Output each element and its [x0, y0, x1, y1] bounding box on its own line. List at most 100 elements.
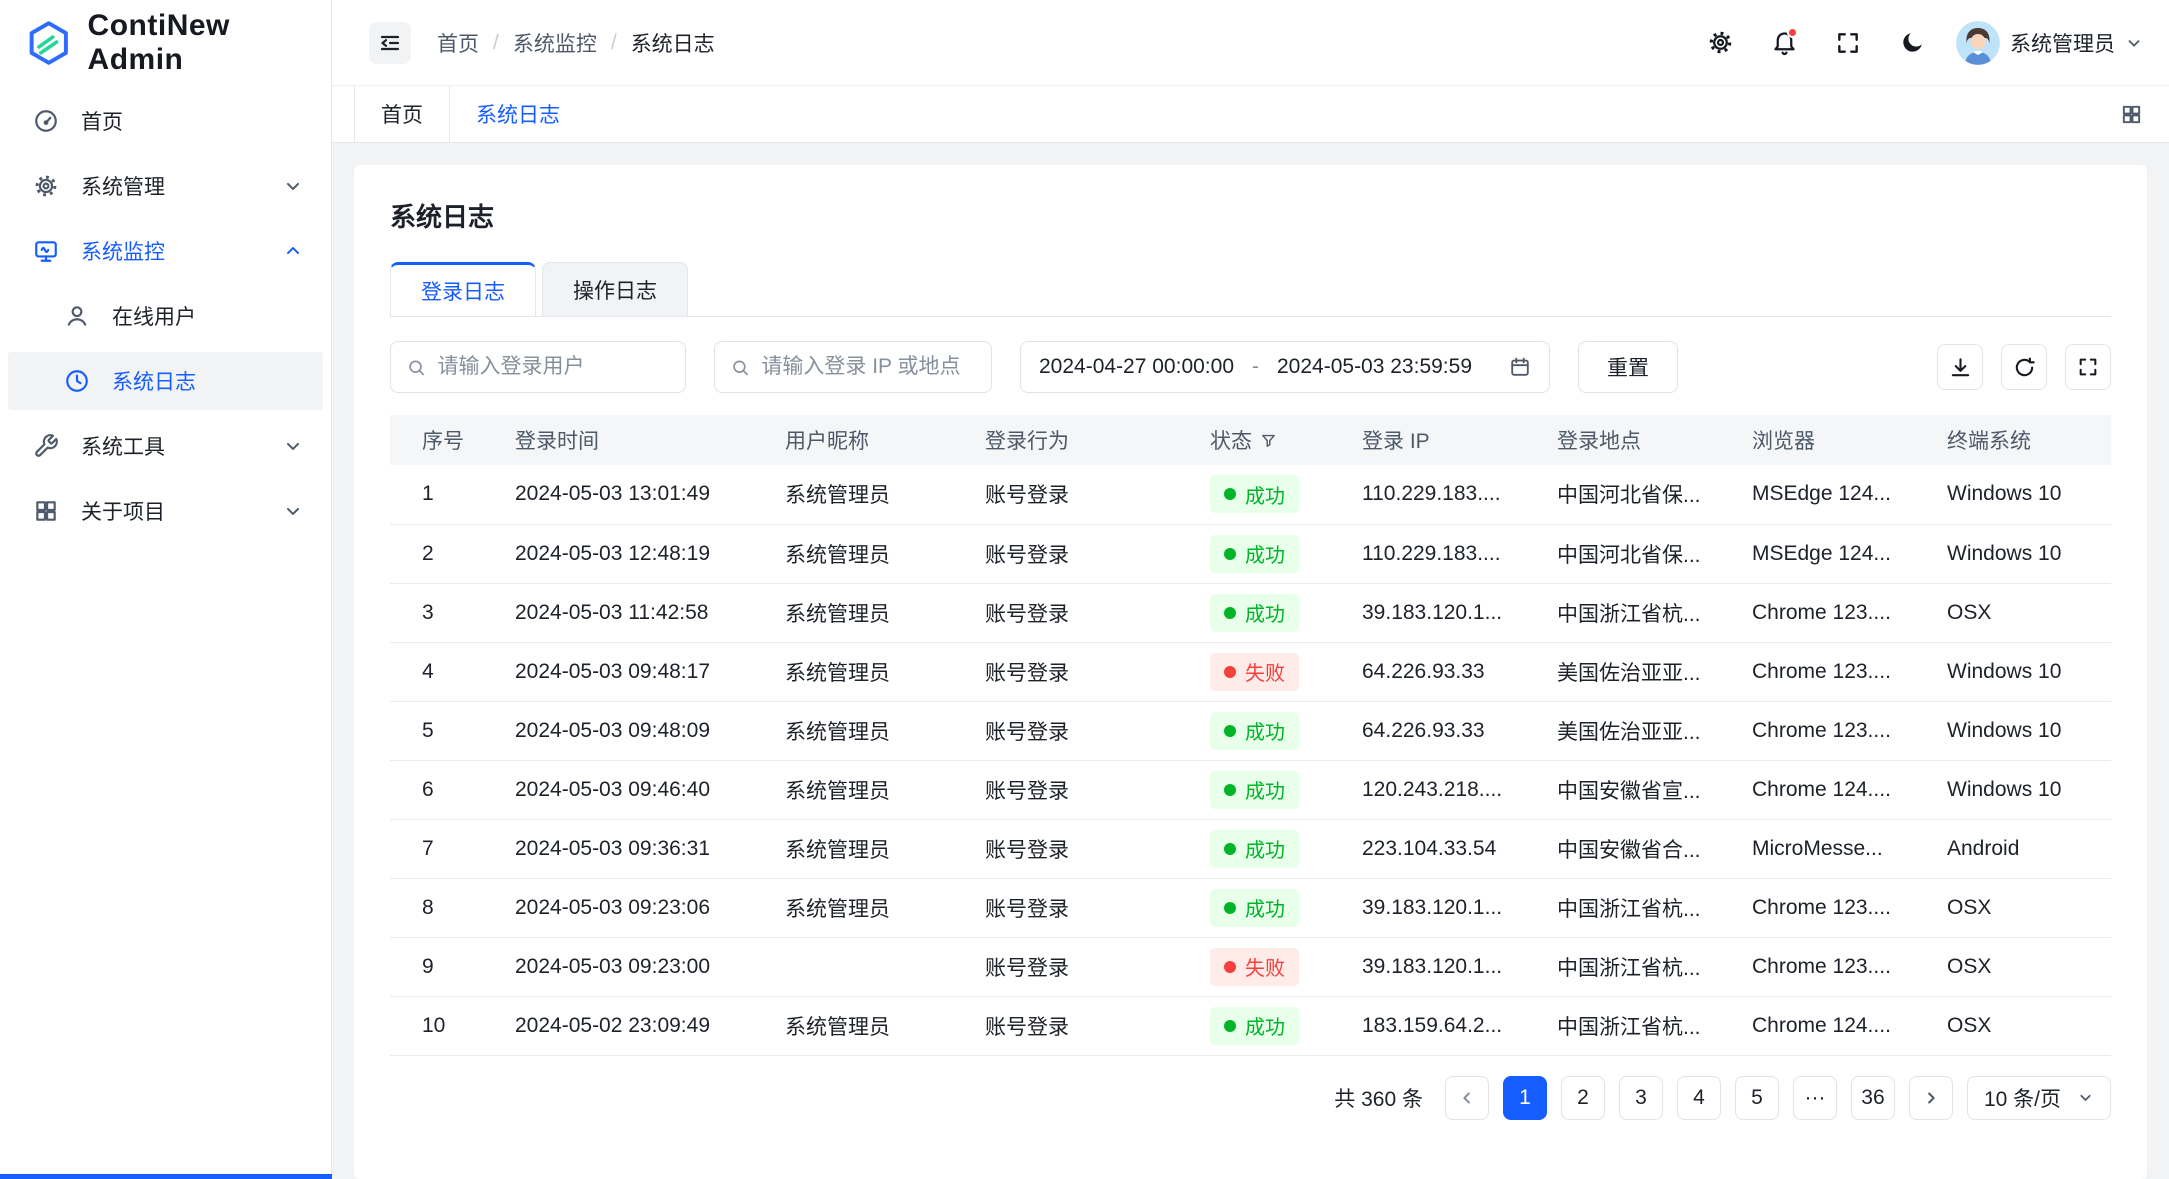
page-button-5[interactable]: 5 — [1735, 1076, 1779, 1120]
sidebar-item-system-log[interactable]: 系统日志 — [8, 352, 323, 410]
cell-status: 成功 — [1210, 465, 1362, 524]
clock-icon — [64, 368, 90, 394]
system-log-card: 系统日志 登录日志 操作日志 2024-04-27 00:00: — [354, 165, 2147, 1179]
cell-browser: MSEdge 124... — [1752, 524, 1947, 583]
tab-operation-log[interactable]: 操作日志 — [542, 262, 688, 316]
table-row: 7 2024-05-03 09:36:31 系统管理员 账号登录 成功 223.… — [390, 819, 2111, 878]
chevron-right-icon — [1922, 1089, 1940, 1107]
next-page-button[interactable] — [1909, 1076, 1953, 1120]
status-dot — [1224, 961, 1236, 973]
sidebar-item-label: 关于项目 — [81, 496, 165, 526]
app-title: ContiNew Admin — [88, 9, 331, 77]
expand-icon — [2077, 356, 2099, 378]
sidebar-item-label: 系统工具 — [81, 431, 165, 461]
view-tab-system-log[interactable]: 系统日志 — [449, 86, 586, 142]
cell-os: Windows 10 — [1947, 760, 2111, 819]
table-row: 5 2024-05-03 09:48:09 系统管理员 账号登录 成功 64.2… — [390, 701, 2111, 760]
login-ip-input[interactable] — [761, 355, 975, 379]
page-button-36[interactable]: 36 — [1851, 1076, 1895, 1120]
sidebar-item-system-monitor[interactable]: 系统监控 — [8, 222, 323, 280]
status-badge: 成功 — [1210, 594, 1299, 632]
table-header-row: 序号 登录时间 用户昵称 登录行为 状态 登录 IP 登录 — [390, 415, 2111, 465]
cell-browser: Chrome 124.... — [1752, 760, 1947, 819]
notification-button[interactable] — [1764, 23, 1804, 63]
cell-behavior: 账号登录 — [985, 819, 1210, 878]
tab-login-log[interactable]: 登录日志 — [390, 262, 536, 316]
sidebar-item-online-users[interactable]: 在线用户 — [8, 287, 323, 345]
dark-mode-button[interactable] — [1892, 23, 1932, 63]
cell-nickname: 系统管理员 — [785, 642, 985, 701]
log-tabs: 登录日志 操作日志 — [390, 262, 2111, 317]
page-button-1[interactable]: 1 — [1503, 1076, 1547, 1120]
status-dot — [1224, 902, 1236, 914]
cell-login-time: 2024-05-03 11:42:58 — [515, 583, 785, 642]
breadcrumb-item-monitor[interactable]: 系统监控 — [513, 28, 597, 58]
view-tab-home[interactable]: 首页 — [354, 86, 449, 142]
chevron-up-icon — [283, 241, 303, 261]
tab-options-button[interactable] — [2120, 86, 2169, 142]
chevron-down-icon — [2077, 1089, 2094, 1106]
cell-behavior: 账号登录 — [985, 465, 1210, 524]
page-button-4[interactable]: 4 — [1677, 1076, 1721, 1120]
settings-button[interactable] — [1700, 23, 1740, 63]
table-fullscreen-button[interactable] — [2065, 344, 2111, 390]
cell-no: 4 — [390, 642, 515, 701]
settings-icon — [1707, 29, 1734, 56]
status-dot — [1224, 843, 1236, 855]
table-row: 9 2024-05-03 09:23:00 账号登录 失败 39.183.120… — [390, 937, 2111, 996]
sidebar-collapse-button[interactable] — [369, 22, 411, 64]
cell-login-time: 2024-05-02 23:09:49 — [515, 996, 785, 1055]
status-dot — [1224, 666, 1236, 678]
refresh-button[interactable] — [2001, 344, 2047, 390]
user-menu[interactable]: 系统管理员 — [1956, 21, 2143, 65]
col-header-status-label: 状态 — [1210, 425, 1252, 455]
table-row: 3 2024-05-03 11:42:58 系统管理员 账号登录 成功 39.1… — [390, 583, 2111, 642]
breadcrumb-item-home[interactable]: 首页 — [437, 28, 479, 58]
page-button-2[interactable]: 2 — [1561, 1076, 1605, 1120]
login-ip-search[interactable] — [714, 341, 992, 393]
cell-login-time: 2024-05-03 09:48:17 — [515, 642, 785, 701]
status-badge: 成功 — [1210, 889, 1299, 927]
sidebar-item-home[interactable]: 首页 — [8, 92, 323, 150]
cell-ip: 64.226.93.33 — [1362, 642, 1557, 701]
status-badge: 失败 — [1210, 653, 1299, 691]
cell-status: 成功 — [1210, 760, 1362, 819]
date-range-picker[interactable]: 2024-04-27 00:00:00 - 2024-05-03 23:59:5… — [1020, 341, 1550, 393]
user-icon — [64, 303, 90, 329]
cell-no: 8 — [390, 878, 515, 937]
cell-nickname: 系统管理员 — [785, 583, 985, 642]
sidebar-item-system-tools[interactable]: 系统工具 — [8, 417, 323, 475]
fullscreen-icon — [1835, 30, 1861, 56]
login-user-search[interactable] — [390, 341, 686, 393]
prev-page-button[interactable] — [1445, 1076, 1489, 1120]
login-user-input[interactable] — [438, 355, 669, 379]
sidebar-item-label: 首页 — [81, 106, 123, 136]
chevron-down-icon — [283, 436, 303, 456]
cell-ip: 110.229.183.... — [1362, 524, 1557, 583]
cell-nickname: 系统管理员 — [785, 996, 985, 1055]
cell-no: 2 — [390, 524, 515, 583]
sidebar-item-about-project[interactable]: 关于项目 — [8, 482, 323, 540]
sidebar-item-system-management[interactable]: 系统管理 — [8, 157, 323, 215]
page-button-3[interactable]: 3 — [1619, 1076, 1663, 1120]
breadcrumb: 首页 / 系统监控 / 系统日志 — [437, 28, 715, 58]
page-title: 系统日志 — [390, 197, 2111, 234]
cell-ip: 39.183.120.1... — [1362, 878, 1557, 937]
cell-nickname: 系统管理员 — [785, 878, 985, 937]
cell-location: 中国浙江省杭... — [1557, 996, 1752, 1055]
reset-button[interactable]: 重置 — [1578, 341, 1678, 393]
cell-os: Android — [1947, 819, 2111, 878]
page-size-select[interactable]: 10 条/页 — [1967, 1076, 2111, 1120]
content-area: 系统日志 登录日志 操作日志 2024-04-27 00:00: — [332, 143, 2169, 1179]
cell-behavior: 账号登录 — [985, 642, 1210, 701]
cell-os: Windows 10 — [1947, 524, 2111, 583]
cell-location: 中国河北省保... — [1557, 524, 1752, 583]
monitor-icon — [33, 238, 59, 264]
cell-behavior: 账号登录 — [985, 524, 1210, 583]
filter-icon[interactable] — [1260, 432, 1277, 449]
col-header-ip: 登录 IP — [1362, 415, 1557, 465]
sidebar-item-label: 系统管理 — [81, 171, 165, 201]
export-button[interactable] — [1937, 344, 1983, 390]
page-ellipsis-button[interactable]: ··· — [1793, 1076, 1837, 1120]
fullscreen-button[interactable] — [1828, 23, 1868, 63]
